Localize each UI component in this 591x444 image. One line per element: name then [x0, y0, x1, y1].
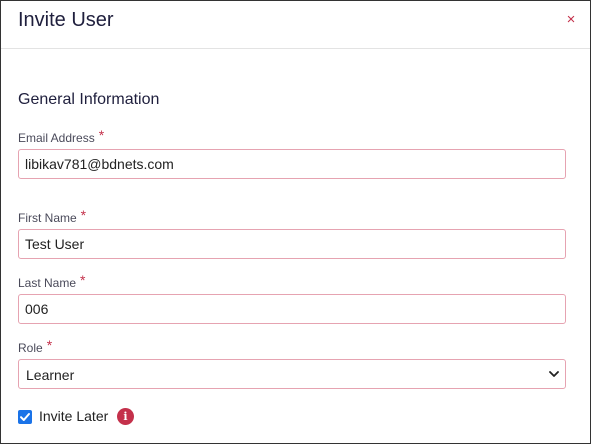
role-label: Role *: [18, 337, 53, 355]
info-icon[interactable]: i: [117, 408, 134, 425]
invite-later-label[interactable]: Invite Later: [39, 408, 108, 424]
invite-later-checkbox[interactable]: [18, 410, 32, 424]
invite-user-dialog: Invite User × General Information Email …: [0, 0, 591, 444]
last-name-label: Last Name *: [18, 272, 86, 290]
section-title: General Information: [18, 91, 160, 108]
required-mark: *: [80, 272, 86, 288]
email-field[interactable]: [18, 149, 566, 179]
first-name-field[interactable]: [18, 229, 566, 259]
required-mark: *: [98, 127, 105, 143]
close-icon[interactable]: ×: [564, 12, 578, 28]
required-mark: *: [80, 207, 87, 223]
chevron-down-icon: [549, 371, 559, 377]
required-mark: *: [46, 337, 53, 353]
dialog-title: Invite User: [18, 9, 114, 31]
role-select-value: Learner: [26, 367, 75, 383]
first-name-label: First Name *: [18, 207, 87, 225]
last-name-field[interactable]: [18, 294, 566, 324]
email-label: Email Address *: [18, 127, 105, 145]
role-select[interactable]: Learner: [18, 359, 566, 389]
checkmark-icon: [20, 413, 30, 421]
dialog-header: Invite User ×: [1, 1, 590, 49]
